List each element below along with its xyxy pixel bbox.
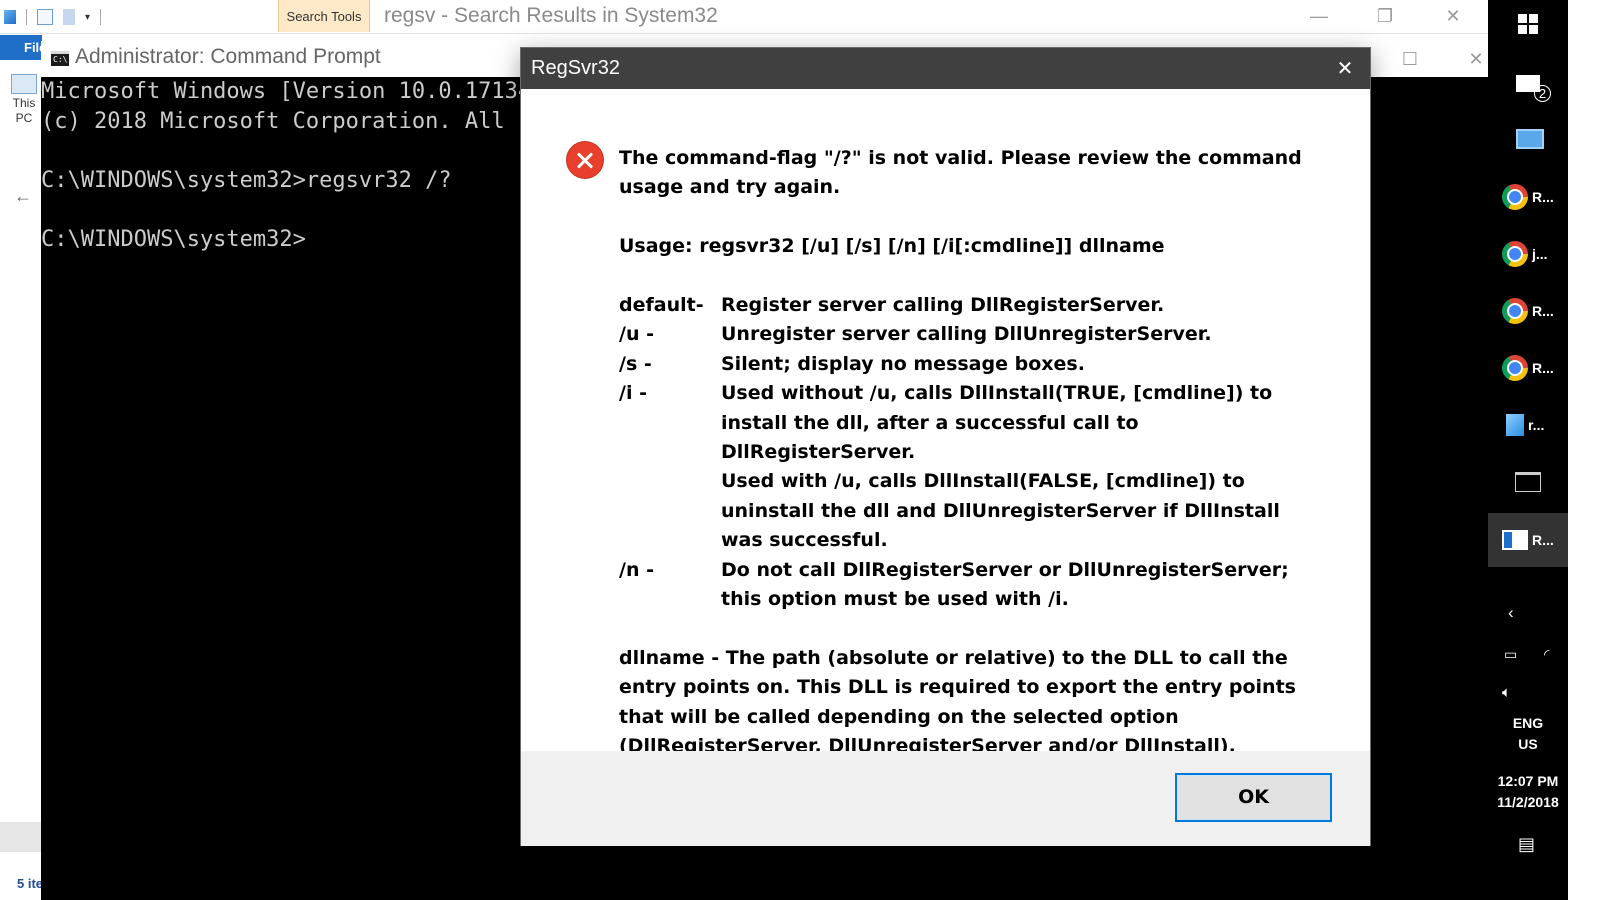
- explorer-window-title: regsv - Search Results in System32: [384, 4, 718, 27]
- remote-desktop-taskbar-button[interactable]: [1488, 112, 1568, 166]
- chrome-icon: [1502, 298, 1528, 324]
- chrome-icon: [1502, 184, 1528, 210]
- status-bar-band: [0, 822, 42, 852]
- option-key: /s -: [619, 352, 652, 375]
- option-description: Register server calling DllRegisterServe…: [721, 294, 1165, 316]
- taskbar: 2 R... j... R... R... r... R... ‹ ▭ ◜ 🔈︎ ENG …: [1488, 0, 1568, 900]
- properties-icon[interactable]: [37, 9, 53, 25]
- dialog-message: The command-flag "/?" is not valid. Plea…: [619, 144, 1319, 761]
- taskbar-app-label: R...: [1532, 360, 1554, 376]
- quick-access-toolbar: ▾: [0, 6, 102, 28]
- mail-icon: [1516, 74, 1540, 92]
- taskbar-app-label: j...: [1532, 246, 1548, 262]
- option-key: /i -: [619, 382, 647, 405]
- option-row: default- Register server calling DllRegis…: [619, 291, 1319, 320]
- option-key: default-: [619, 294, 704, 316]
- explorer-app-icon: [4, 10, 16, 24]
- error-icon: [567, 142, 603, 178]
- taskbar-app-label: R...: [1532, 189, 1554, 205]
- error-message: The command-flag "/?" is not valid. Plea…: [619, 147, 1302, 199]
- dialog-title-bar: RegSvr32 ✕: [521, 48, 1370, 89]
- option-key: [619, 467, 721, 555]
- volume-icon[interactable]: 🔈︎: [1502, 684, 1511, 701]
- cmd-app-icon: C:\: [51, 51, 69, 66]
- options-list: default- Register server calling DllRegis…: [619, 291, 1319, 614]
- taskbar-app-button[interactable]: r...: [1488, 398, 1568, 452]
- battery-icon[interactable]: ▭: [1504, 646, 1517, 663]
- back-arrow-icon[interactable]: ←: [14, 186, 32, 207]
- restore-button[interactable]: ❐: [1362, 0, 1408, 32]
- taskbar-app-button[interactable]: R...: [1488, 170, 1568, 224]
- separator: [26, 9, 27, 25]
- maximize-button[interactable]: ☐: [1387, 43, 1433, 75]
- dllname-description: dllname - The path (absolute or relative…: [619, 646, 1296, 758]
- close-button[interactable]: ✕: [1430, 0, 1476, 32]
- cmd-icon: [1515, 472, 1541, 492]
- minimize-button[interactable]: —: [1296, 0, 1342, 32]
- search-tools-tab[interactable]: Search Tools: [278, 0, 370, 32]
- option-row: /i - Used without /u, calls DllInstall(TR…: [619, 379, 1319, 467]
- cmd-window-title: Administrator: Command Prompt: [75, 45, 381, 68]
- dialog-footer: OK: [521, 751, 1370, 846]
- language-code: ENG: [1512, 715, 1544, 731]
- option-row: Used with /u, calls DllInstall(FALSE, [c…: [619, 467, 1319, 555]
- usage-line: Usage: regsvr32 [/u] [/s] [/n] [/i[:cmdl…: [619, 235, 1165, 258]
- region-code: US: [1518, 736, 1538, 752]
- language-indicator[interactable]: ENG US: [1488, 713, 1568, 755]
- clock-date: 11/2/2018: [1497, 794, 1559, 810]
- console-line: Microsoft Windows [Version 10.0.17134.34…: [41, 79, 521, 104]
- option-description: Unregister server calling DllUnregisterS…: [721, 323, 1212, 346]
- taskbar-app-button[interactable]: R...: [1488, 341, 1568, 395]
- computer-icon: [11, 74, 37, 94]
- option-key: /u -: [619, 323, 654, 346]
- this-pc-item[interactable]: This PC: [4, 74, 44, 126]
- taskbar-app-label: r...: [1528, 417, 1545, 433]
- taskbar-app-label: R...: [1532, 532, 1554, 548]
- separator: [100, 9, 102, 25]
- clock[interactable]: 12:07 PM 11/2/2018: [1488, 771, 1568, 813]
- option-description: Used with /u, calls DllInstall(FALSE, [c…: [721, 470, 1280, 552]
- regsvr32-icon: [1502, 530, 1528, 550]
- option-description: Do not call DllRegisterServer or DllUnre…: [721, 558, 1289, 611]
- option-row: /s - Silent; display no message boxes.: [619, 350, 1319, 379]
- this-pc-label: This PC: [12, 96, 36, 125]
- taskbar-app-label: R...: [1532, 303, 1554, 319]
- dialog-close-button[interactable]: ✕: [1328, 54, 1362, 84]
- chevron-down-icon[interactable]: ▾: [85, 12, 90, 23]
- file-tab[interactable]: File: [0, 35, 42, 60]
- chrome-icon: [1502, 355, 1528, 381]
- ok-button[interactable]: OK: [1175, 773, 1332, 822]
- new-folder-icon[interactable]: [63, 9, 75, 25]
- console-line: (c) 2018 Microsoft Corporation. All righ…: [41, 108, 521, 134]
- action-center-icon[interactable]: ▤: [1518, 834, 1535, 855]
- taskbar-app-button[interactable]: R...: [1488, 513, 1568, 567]
- console-line: C:\WINDOWS\system32>: [41, 226, 306, 252]
- taskbar-app-button[interactable]: R...: [1488, 284, 1568, 338]
- console-output[interactable]: Microsoft Windows [Version 10.0.17134.34…: [41, 77, 521, 900]
- option-key: /n -: [619, 558, 654, 581]
- taskbar-app-button[interactable]: [1488, 455, 1568, 509]
- regsvr32-dialog: RegSvr32 ✕ The command-flag "/?" is not …: [520, 47, 1371, 846]
- explorer-icon: [1506, 414, 1524, 436]
- mail-taskbar-button[interactable]: 2: [1488, 56, 1568, 110]
- console-line: C:\WINDOWS\system32>regsvr32 /?: [41, 167, 452, 193]
- cmd-icon-text: C:\: [53, 55, 68, 64]
- option-description: Used without /u, calls DllInstall(TRUE, …: [721, 382, 1273, 464]
- windows-start-icon[interactable]: [1518, 14, 1538, 34]
- dialog-title: RegSvr32: [531, 57, 620, 79]
- option-row: /n - Do not call DllRegisterServer or Dll…: [619, 556, 1319, 615]
- taskbar-app-button[interactable]: j...: [1488, 227, 1568, 281]
- option-row: /u - Unregister server calling DllUnregis…: [619, 320, 1319, 349]
- remote-desktop-icon: [1516, 129, 1544, 149]
- wifi-icon[interactable]: ◜: [1544, 646, 1549, 663]
- clock-time: 12:07 PM: [1497, 773, 1559, 789]
- explorer-title-bar: ▾ Search Tools regsv - Search Results in…: [0, 0, 1518, 34]
- option-description: Silent; display no message boxes.: [721, 352, 1085, 375]
- chrome-icon: [1502, 241, 1528, 267]
- chevron-left-icon[interactable]: ‹: [1508, 603, 1514, 623]
